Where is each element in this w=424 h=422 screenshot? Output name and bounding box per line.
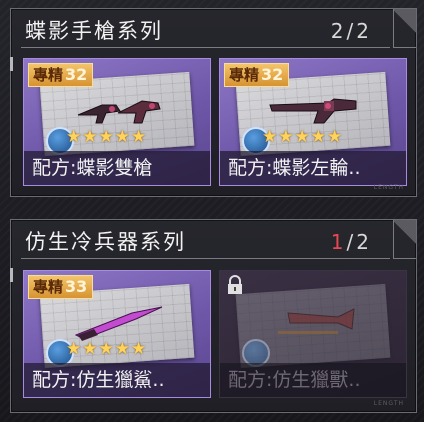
mastery-badge: 專精 32 — [224, 63, 290, 87]
progress-separator: / — [346, 19, 357, 43]
progress-total: 2 — [356, 19, 372, 43]
star-rating: ★ ★ ★ ★ ★ — [66, 129, 146, 146]
series-panel-butterfly: 蝶影手槍系列 2/2 專精 32 ★ ★ ★ ★ ★ 配方:蝶影雙槍 專精 32 ★ ★ ★ ★ ★ — [10, 8, 417, 197]
progress-current: 1 — [330, 230, 347, 254]
axe-icon — [278, 308, 355, 334]
dual-pistol-icon — [77, 100, 161, 124]
star-icon: ★ — [66, 127, 82, 147]
badge-level: 33 — [65, 277, 88, 296]
recipe-card[interactable]: 專精 32 ★ ★ ★ ★ ★ 配方:蝶影左輪.. — [219, 58, 407, 186]
star-icon: ★ — [131, 127, 147, 147]
star-icon: ★ — [98, 127, 114, 147]
mastery-badge: 專精 33 — [28, 275, 94, 299]
star-icon: ★ — [131, 339, 147, 359]
star-icon: ★ — [262, 127, 278, 147]
star-icon: ★ — [278, 127, 294, 147]
badge-label: 專精 — [33, 66, 64, 84]
series-progress: 2/2 — [331, 19, 372, 43]
side-tick — [10, 57, 13, 71]
recipe-card[interactable]: 專精 33 ★ ★ ★ ★ ★ 配方:仿生獵鯊.. — [23, 270, 211, 398]
lock-icon — [228, 275, 242, 294]
star-icon: ★ — [310, 127, 326, 147]
progress-current: 2 — [330, 19, 347, 43]
recipe-name: 配方:蝶影雙槍 — [24, 151, 210, 185]
recipe-card-locked[interactable]: 配方:仿生獵獸.. — [219, 270, 407, 398]
progress-total: 2 — [356, 230, 372, 254]
recipe-name: 配方:仿生獵鯊.. — [24, 363, 210, 397]
recipe-card[interactable]: 專精 32 ★ ★ ★ ★ ★ 配方:蝶影雙槍 — [23, 58, 211, 186]
star-icon: ★ — [82, 339, 98, 359]
badge-label: 專精 — [229, 66, 260, 84]
series-progress: 1/2 — [331, 230, 372, 254]
star-icon: ★ — [114, 339, 130, 359]
title-corner — [393, 220, 416, 259]
badge-level: 32 — [65, 65, 88, 84]
title-corner — [393, 9, 416, 48]
star-rating: ★ ★ ★ ★ ★ — [262, 129, 342, 146]
title-divider — [21, 47, 390, 48]
series-panel-bionic: 仿生冷兵器系列 1/2 專精 33 ★ ★ ★ ★ ★ 配方:仿生獵鯊.. 配方:仿生獵獸… — [10, 219, 417, 413]
star-icon: ★ — [66, 339, 82, 359]
recipe-name: 配方:蝶影左輪.. — [220, 151, 406, 185]
side-tick — [10, 268, 13, 282]
blade-icon — [74, 306, 163, 341]
badge-level: 32 — [261, 65, 284, 84]
star-icon: ★ — [98, 339, 114, 359]
star-rating: ★ ★ ★ ★ ★ — [66, 341, 146, 358]
series-title: 蝶影手槍系列 — [25, 19, 163, 43]
star-icon: ★ — [327, 127, 343, 147]
title-divider — [21, 258, 390, 259]
recipe-name: 配方:仿生獵獸.. — [220, 363, 406, 397]
length-mark: LENGTH — [373, 184, 404, 191]
star-icon: ★ — [294, 127, 310, 147]
revolver-icon — [269, 98, 357, 124]
progress-separator: / — [346, 230, 357, 254]
star-icon: ★ — [114, 127, 130, 147]
star-icon: ★ — [82, 127, 98, 147]
badge-label: 專精 — [33, 278, 64, 296]
series-title: 仿生冷兵器系列 — [25, 230, 186, 254]
length-mark: LENGTH — [373, 400, 404, 407]
mastery-badge: 專精 32 — [28, 63, 94, 87]
